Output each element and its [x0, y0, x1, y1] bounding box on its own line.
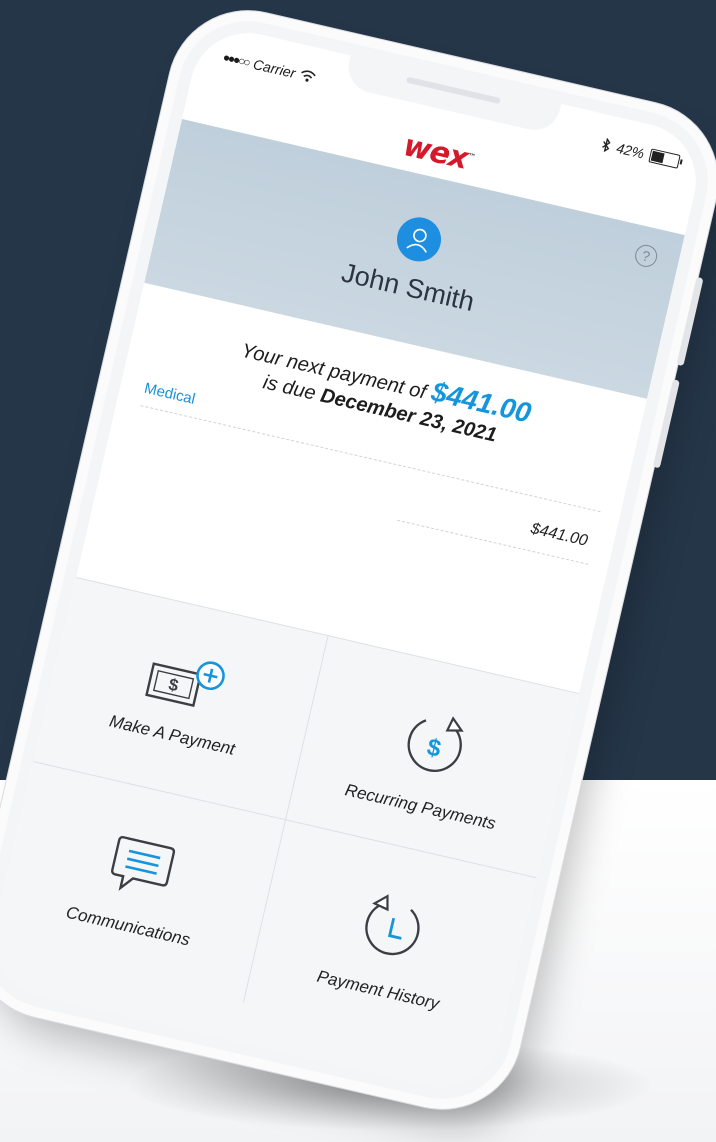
communications-label: Communications: [64, 902, 192, 950]
make-payment-icon: $: [145, 661, 225, 708]
wifi-icon: [301, 70, 316, 82]
svg-text:$: $: [167, 675, 181, 696]
avatar[interactable]: [392, 213, 446, 266]
user-icon: [406, 228, 427, 253]
svg-text:$: $: [424, 734, 444, 763]
help-icon[interactable]: ?: [632, 242, 660, 270]
line-amount: $441.00: [529, 520, 590, 550]
payment-history-icon: [365, 894, 420, 956]
recurring-payments-icon: $: [407, 716, 464, 772]
battery-percent: 42%: [614, 139, 646, 162]
signal-icon: ●●●○○: [221, 49, 251, 70]
carrier-name: Carrier: [251, 55, 298, 82]
account-label-medical[interactable]: Medical: [143, 380, 197, 408]
bluetooth-icon: [602, 137, 611, 153]
wex-logo: wex™: [400, 128, 476, 177]
make-payment-label: Make A Payment: [107, 711, 237, 759]
payment-history-label: Payment History: [315, 966, 442, 1014]
communications-icon: [111, 836, 176, 891]
battery-icon: [648, 148, 681, 169]
